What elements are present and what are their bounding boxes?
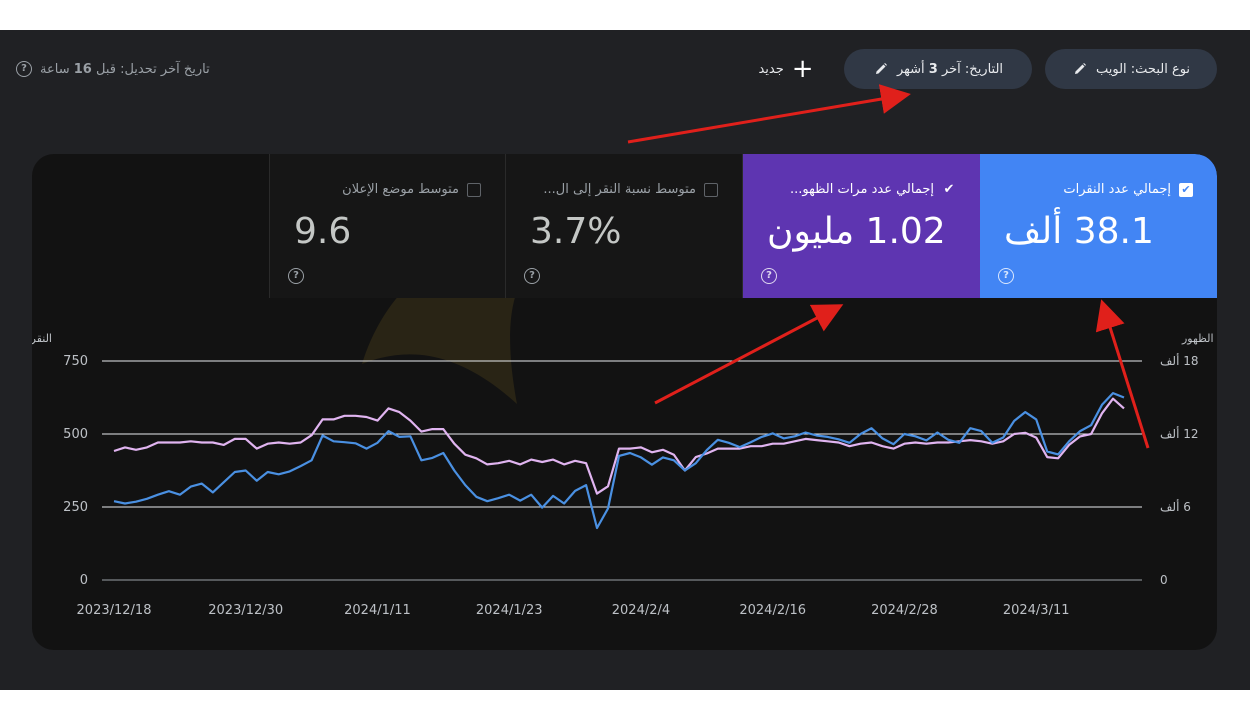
search-type-label: نوع البحث: الويب: [1095, 61, 1191, 77]
y-tick-right: 18 ألف: [1160, 353, 1199, 368]
search-console-app: نوع البحث: الويب التاريخ: آخر 3 أشهر + ج…: [0, 30, 1250, 690]
y-tick-left: 500: [63, 427, 88, 442]
y-tick-right: 12 ألف: [1160, 426, 1199, 441]
y-tick-right: 6 ألف: [1160, 499, 1191, 514]
x-tick-label: 2023/12/18: [77, 603, 152, 618]
x-tick-label: 2024/2/16: [739, 603, 806, 618]
performance-chart: 0 250 500 750 0 6 ألف 12 ألف 18 ألف النقرات عدد ا…: [32, 332, 1217, 618]
y-tick-left: 250: [63, 500, 88, 515]
pencil-icon: [1074, 63, 1086, 74]
annotation-arrow: [627, 84, 911, 144]
new-filter-label: جديد: [758, 61, 784, 77]
x-tick-label: 2024/2/4: [612, 603, 670, 618]
x-tick-label: 2023/12/30: [208, 603, 283, 618]
y-axis-label-right: عدد الظهور: [1181, 332, 1217, 345]
help-icon[interactable]: ?: [16, 61, 32, 77]
y-tick-left: 750: [63, 354, 88, 369]
search-type-filter[interactable]: نوع البحث: الويب: [1045, 49, 1217, 89]
x-tick-label: 2024/2/28: [871, 603, 938, 618]
last-updated-text: تاريخ آخر تحديل: قبل 16 ساعة: [40, 61, 210, 77]
plus-icon: +: [791, 54, 814, 84]
x-tick-label: 2024/1/23: [476, 603, 543, 618]
date-filter-label: التاريخ: آخر 3 أشهر: [896, 61, 1004, 77]
impressions-series-line: [113, 397, 1125, 495]
performance-panel: ✔ إجمالي عدد النقرات 38.1 ألف ? ✔ إجمالي…: [32, 154, 1217, 650]
x-tick-label: 2024/1/11: [344, 603, 411, 618]
last-updated-info: ? تاريخ آخر تحديل: قبل 16 ساعة: [16, 58, 210, 80]
y-axis-label-left: النقرات: [32, 332, 52, 345]
y-tick-right: 0: [1160, 573, 1168, 587]
pencil-icon: [875, 63, 887, 74]
x-tick-label: 2024/3/11: [1003, 603, 1070, 618]
y-tick-left: 0: [80, 573, 88, 588]
date-filter[interactable]: التاريخ: آخر 3 أشهر: [844, 49, 1032, 89]
clicks-series-line: [113, 392, 1125, 530]
new-filter-button[interactable]: + جديد: [746, 49, 826, 89]
